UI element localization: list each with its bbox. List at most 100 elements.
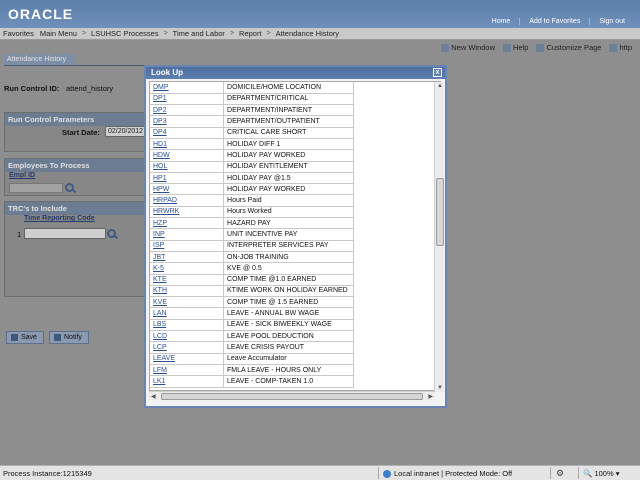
scroll-left-icon[interactable]: ◀ <box>151 393 156 400</box>
scroll-right-icon[interactable]: ▶ <box>428 393 433 400</box>
lookup-description: HOLIDAY PAY @1.5 <box>223 172 354 185</box>
trc-input[interactable] <box>24 228 106 239</box>
lookup-row: LFM FMLA LEAVE - HOURS ONLY <box>150 364 354 377</box>
http-link[interactable]: http <box>609 43 632 52</box>
nav-lsuhsc-processes[interactable]: LSUHSC Processes <box>88 29 162 38</box>
page-toolbar: New Window Help Customize Page http <box>441 43 632 52</box>
start-date-input[interactable]: 02/20/2012 <box>105 126 146 137</box>
scroll-down-icon[interactable]: ▼ <box>437 385 443 391</box>
lookup-description: HOLIDAY DIFF 1 <box>223 138 354 151</box>
status-bar: Process Instance:1215349 Local intranet … <box>0 465 640 480</box>
globe-icon <box>383 469 391 478</box>
zoom-level[interactable]: 🔍 100% ▾ <box>583 469 619 478</box>
lookup-code-link[interactable]: LCP <box>150 341 225 354</box>
lookup-code-link[interactable]: HRPAD <box>150 194 225 207</box>
close-icon[interactable]: x <box>433 68 442 77</box>
lookup-row: LCP LEAVE CRISIS PAYOUT <box>150 341 354 354</box>
lookup-code-link[interactable]: INP <box>150 228 225 241</box>
zoom-value: 100% <box>594 469 614 478</box>
lookup-code-link[interactable]: HZP <box>150 217 225 230</box>
lookup-description: HOLIDAY ENTITLEMENT <box>223 161 354 173</box>
lookup-code-link[interactable]: DMP <box>150 82 225 94</box>
customize-page-link[interactable]: Customize Page <box>536 43 601 52</box>
lookup-description: LEAVE CRISIS PAYOUT <box>223 341 354 354</box>
vertical-scrollbar[interactable]: ▲ ▼ <box>434 82 444 392</box>
lookup-code-link[interactable]: DP2 <box>150 104 225 117</box>
lookup-row: LBS LEAVE - SICK BIWEEKLY WAGE <box>150 319 354 332</box>
lookup-code-link[interactable]: JBT <box>150 251 225 264</box>
new-window-link[interactable]: New Window <box>441 43 495 52</box>
lookup-code-link[interactable]: LFM <box>150 364 225 377</box>
empl-id-lookup-icon[interactable] <box>65 183 74 192</box>
lookup-description: HAZARD PAY <box>223 217 354 230</box>
nav-separator: > <box>163 30 168 37</box>
link-icon <box>609 43 618 52</box>
lookup-row: JBT ON-JOB TRAINING <box>150 251 354 264</box>
save-label: Save <box>21 334 37 341</box>
gear-icon[interactable]: ⚙ <box>556 468 564 479</box>
lookup-code-link[interactable]: LBS <box>150 319 225 332</box>
lookup-code-link[interactable]: HD1 <box>150 138 225 151</box>
nav-attendance-history[interactable]: Attendance History <box>273 29 342 38</box>
lookup-code-link[interactable]: HOL <box>150 161 225 173</box>
horizontal-scrollbar[interactable]: ◀ ▶ <box>149 391 435 400</box>
scroll-up-icon[interactable]: ▲ <box>437 83 443 89</box>
lookup-row: INP UNIT INCENTIVE PAY <box>150 228 354 241</box>
process-instance: Process Instance:1215349 <box>3 469 92 478</box>
run-control-parameters-title: Run Control Parameters <box>5 113 145 126</box>
lookup-description: KVE @ 0.5 <box>223 262 354 275</box>
lookup-code-link[interactable]: DP1 <box>150 93 225 106</box>
trc-column-header[interactable]: Time Reporting Code <box>24 215 95 222</box>
lookup-description: CRITICAL CARE SHORT <box>223 127 354 139</box>
run-control-value: attend_history <box>66 84 114 93</box>
lookup-code-link[interactable]: KTH <box>150 285 225 298</box>
trc-lookup-icon[interactable] <box>107 229 116 238</box>
customize-icon <box>536 43 545 52</box>
help-label: Help <box>513 43 529 52</box>
lookup-code-link[interactable]: LAN <box>150 307 225 320</box>
status-divider <box>578 467 579 479</box>
lookup-code-link[interactable]: LCD <box>150 330 225 343</box>
sign-out-link[interactable]: Sign out <box>589 18 634 25</box>
notify-button[interactable]: Notify <box>49 331 89 344</box>
add-to-favorites-link[interactable]: Add to Favorites <box>519 18 589 25</box>
help-link[interactable]: Help <box>503 43 528 52</box>
nav-report[interactable]: Report <box>236 29 265 38</box>
lookup-code-link[interactable]: LEAVE <box>150 353 225 365</box>
new-window-icon <box>441 43 450 52</box>
lookup-description: INTERPRETER SERVICES PAY <box>223 240 354 252</box>
lookup-code-link[interactable]: KVE <box>150 296 225 309</box>
lookup-description: DOMICILE/HOME LOCATION <box>223 82 354 94</box>
lookup-code-link[interactable]: HRWRK <box>150 206 225 219</box>
horizontal-scroll-thumb[interactable] <box>161 393 423 400</box>
http-label: http <box>619 43 632 52</box>
lookup-code-link[interactable]: ISP <box>150 240 225 252</box>
lookup-code-link[interactable]: HPW <box>150 183 225 196</box>
trc-row-number: 1 <box>17 230 22 239</box>
lookup-code-link[interactable]: DP4 <box>150 127 225 139</box>
empl-id-header[interactable]: Empl ID <box>9 172 35 179</box>
vertical-scroll-thumb[interactable] <box>436 178 444 246</box>
lookup-code-link[interactable]: HP1 <box>150 172 225 185</box>
security-zone[interactable]: Local intranet | Protected Mode: Off <box>383 469 512 478</box>
lookup-code-link[interactable]: HDW <box>150 149 225 162</box>
lookup-code-link[interactable]: K-5 <box>150 262 225 275</box>
nav-main-menu[interactable]: Main Menu <box>37 29 80 38</box>
lookup-row: DP1 DEPARTMENT/CRITICAL <box>150 93 354 106</box>
lookup-description: DEPARTMENT/INPATIENT <box>223 104 354 117</box>
nav-favorites[interactable]: Favorites <box>0 29 37 38</box>
lookup-code-link[interactable]: KTE <box>150 274 225 286</box>
empl-id-input[interactable] <box>9 183 63 193</box>
run-control-label: Run Control ID: <box>4 84 60 93</box>
lookup-code-link[interactable]: LK1 <box>150 375 225 388</box>
lookup-code-link[interactable]: DP3 <box>150 115 225 128</box>
lookup-description: LEAVE POOL DEDUCTION <box>223 330 354 343</box>
lookup-row: HOL HOLIDAY ENTITLEMENT <box>150 161 354 173</box>
home-link[interactable]: Home <box>483 18 520 25</box>
lookup-title-bar[interactable]: Look Up x <box>146 67 445 79</box>
nav-time-and-labor[interactable]: Time and Labor <box>170 29 228 38</box>
oracle-logo: ORACLE <box>8 6 74 22</box>
lookup-description: LEAVE - ANNUAL BW WAGE <box>223 307 354 320</box>
lookup-row: HP1 HOLIDAY PAY @1.5 <box>150 172 354 185</box>
save-button[interactable]: Save <box>6 331 44 344</box>
